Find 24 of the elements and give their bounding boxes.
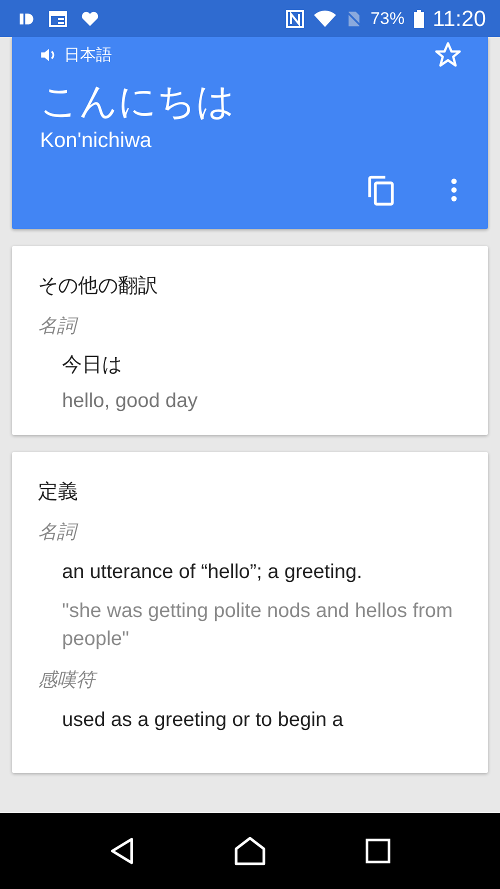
back-icon[interactable]	[109, 836, 136, 866]
part-of-speech: 感嘆符	[38, 666, 462, 693]
definition-text: an utterance of “hello”; a greeting.	[62, 560, 364, 585]
battery-icon	[412, 8, 425, 28]
nfc-icon	[284, 8, 305, 28]
source-language: 日本語	[64, 44, 112, 66]
translation-text: こんにちは	[40, 79, 236, 125]
part-of-speech: 名詞	[38, 312, 462, 339]
section-title: その他の翻訳	[38, 272, 159, 299]
section-title: 定義	[38, 478, 79, 505]
recents-icon[interactable]	[364, 838, 391, 864]
clock: 11:20	[432, 6, 486, 32]
part-of-speech: 名詞	[38, 518, 462, 545]
romanization: Kon'nichiwa	[40, 128, 152, 153]
example-sentence: "she was getting polite nods and hellos from people"	[62, 598, 454, 652]
battery-percentage: 73%	[370, 8, 405, 28]
more-options-icon[interactable]	[450, 176, 458, 203]
news-icon	[48, 8, 68, 28]
star-icon[interactable]	[434, 41, 462, 69]
wifi-icon	[312, 8, 337, 28]
definition-text: used as a greeting or to begin a	[62, 708, 344, 733]
reverse-translations: hello, good day	[62, 390, 199, 413]
home-icon[interactable]	[234, 836, 266, 866]
translation-word: 今日は	[62, 350, 123, 378]
